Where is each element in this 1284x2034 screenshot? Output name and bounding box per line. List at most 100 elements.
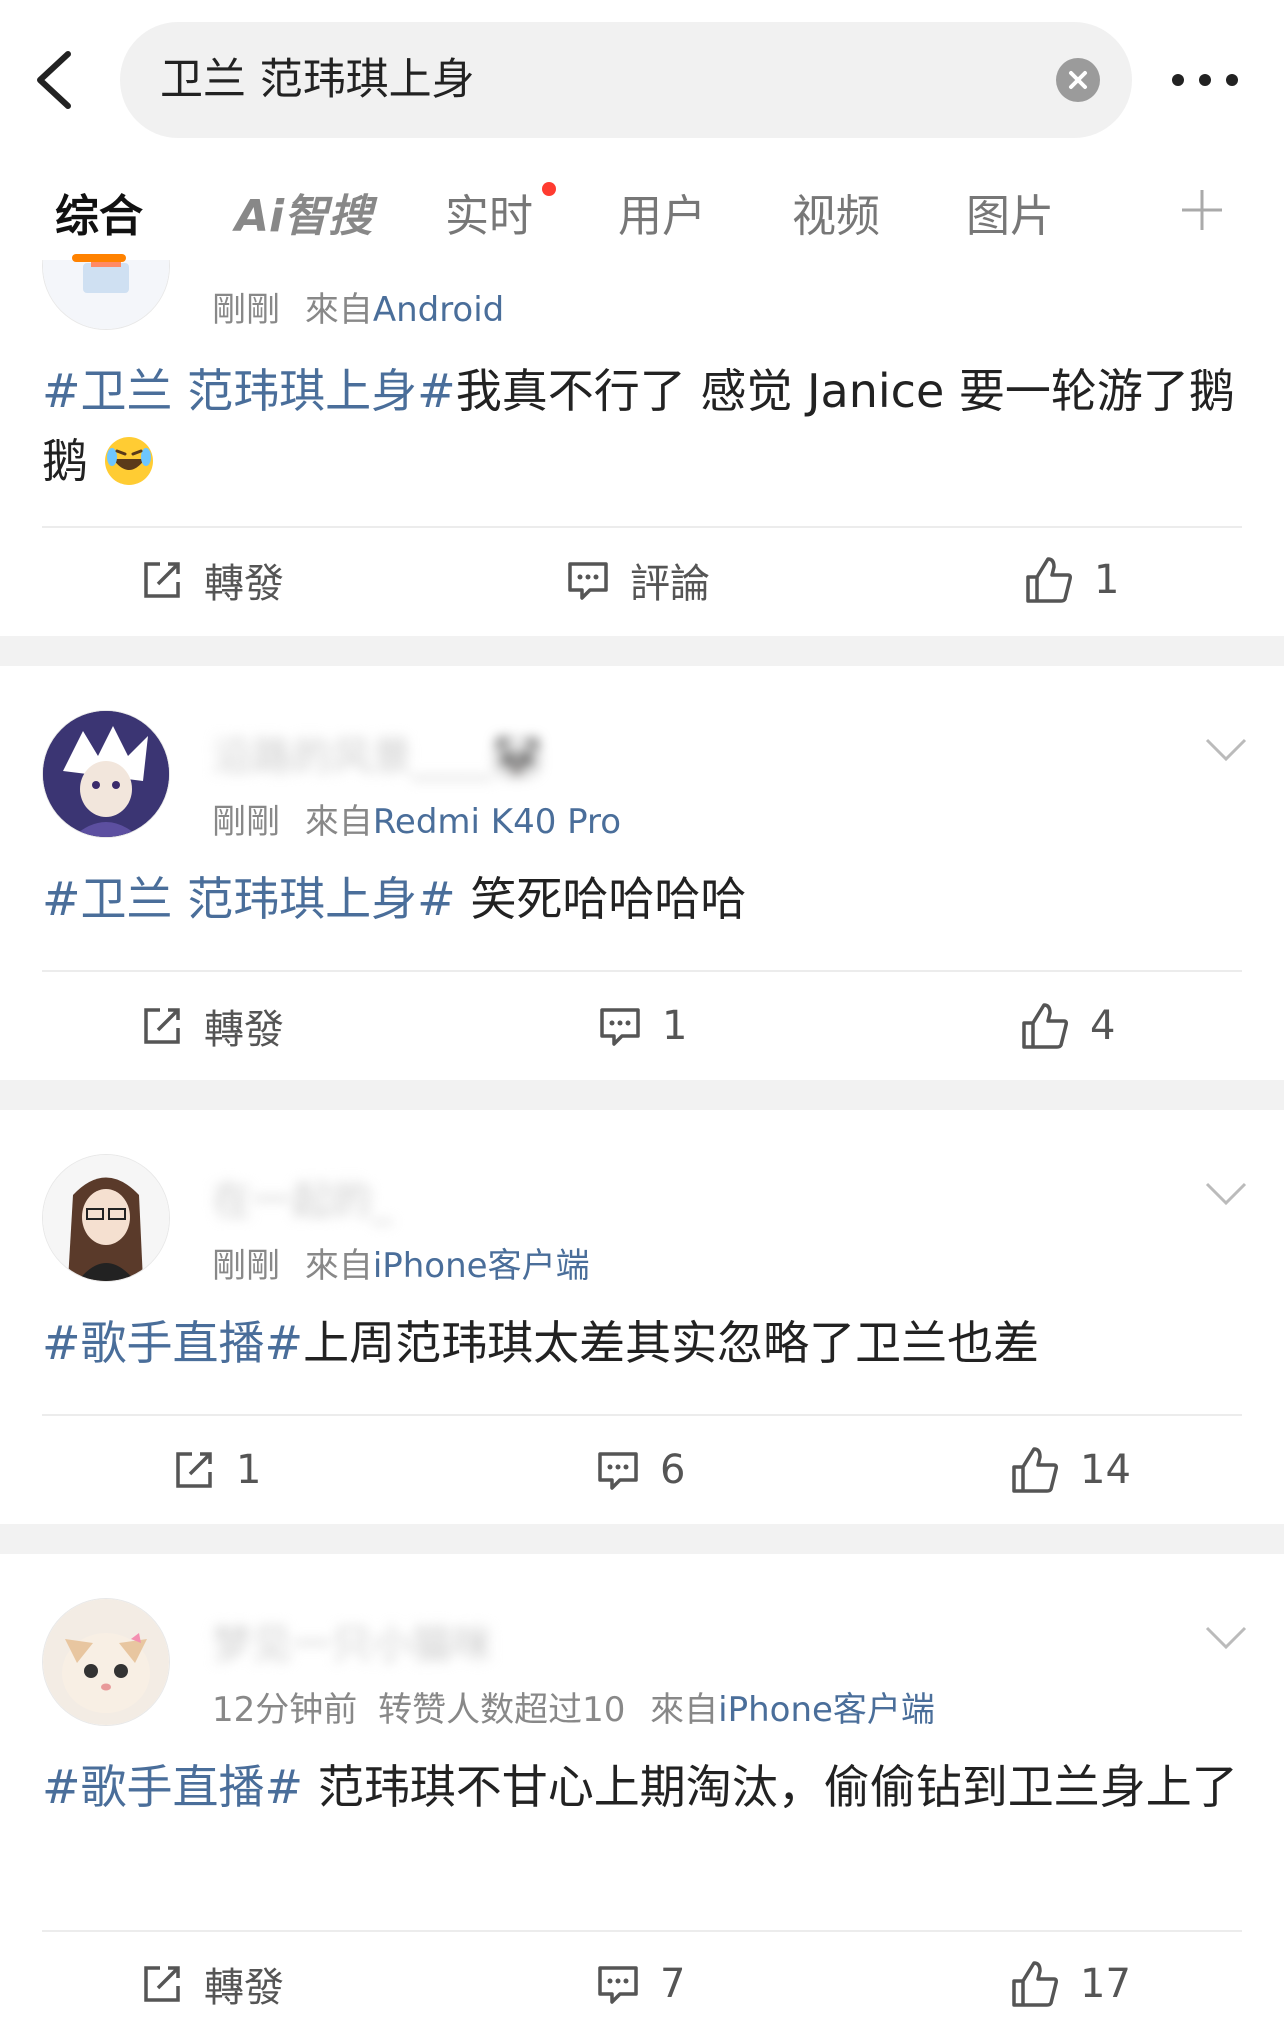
repost-button[interactable]: 轉發 bbox=[140, 550, 284, 610]
plus-icon[interactable] bbox=[1180, 188, 1224, 232]
username[interactable]: 沿路的风景____🐼 bbox=[212, 724, 542, 782]
divider bbox=[42, 526, 1242, 528]
comment-button[interactable]: 1 bbox=[598, 996, 687, 1056]
hashtag-link[interactable]: #卫兰 范玮琪上身# bbox=[42, 364, 456, 418]
post-time: 12分钟前 bbox=[212, 1690, 358, 1730]
tab-realtime[interactable]: 实时 bbox=[445, 180, 533, 244]
comment-button[interactable]: 7 bbox=[596, 1954, 685, 2014]
repost-label: 轉發 bbox=[204, 561, 284, 607]
repost-button[interactable]: 轉發 bbox=[140, 996, 284, 1056]
post-meta: 剛剛 來自Android bbox=[212, 282, 504, 331]
post-text: 范玮琪不甘心上期淘汰，偷偷钻到卫兰身上了 bbox=[303, 1760, 1238, 1814]
back-arrow-icon[interactable] bbox=[28, 48, 80, 112]
like-icon bbox=[1012, 1447, 1058, 1493]
hashtag-link[interactable]: #卫兰 范玮琪上身# bbox=[42, 872, 456, 926]
tab-users[interactable]: 用户 bbox=[618, 180, 706, 244]
post-text: 上周范玮琪太差其实忽略了卫兰也差 bbox=[303, 1316, 1040, 1370]
search-header: 卫兰 范玮琪上身 bbox=[0, 0, 1284, 160]
post-content: #歌手直播#上周范玮琪太差其实忽略了卫兰也差 bbox=[42, 1308, 1242, 1378]
divider bbox=[42, 970, 1242, 972]
chevron-down-icon[interactable] bbox=[1205, 1626, 1247, 1650]
like-count: 4 bbox=[1090, 1003, 1116, 1049]
tab-video[interactable]: 视频 bbox=[792, 180, 880, 244]
comment-count: 6 bbox=[660, 1447, 686, 1493]
comment-button[interactable]: 6 bbox=[596, 1440, 685, 1500]
username[interactable]: 在一起的_ bbox=[212, 1168, 392, 1226]
post-meta: 剛剛 來自iPhone客户端 bbox=[212, 1238, 590, 1287]
tab-active-underline bbox=[72, 254, 126, 262]
repost-count: 1 bbox=[236, 1447, 262, 1493]
search-query[interactable]: 卫兰 范玮琪上身 bbox=[160, 22, 475, 138]
like-count: 17 bbox=[1080, 1961, 1131, 2007]
post-meta: 剛剛 來自Redmi K40 Pro bbox=[212, 794, 621, 843]
from-label: 來自 bbox=[304, 802, 373, 842]
repost-button[interactable]: 轉發 bbox=[140, 1954, 284, 2014]
post-separator bbox=[0, 1524, 1284, 1554]
post-source: iPhone客户端 bbox=[372, 1246, 590, 1286]
like-icon bbox=[1026, 557, 1072, 603]
filter-tabs: 综合 Ai智搜 实时 用户 视频 图片 bbox=[0, 170, 1284, 262]
post-text: 笑死哈哈哈哈 bbox=[455, 872, 747, 926]
post-content: #卫兰 范玮琪上身#我真不行了 感觉 Janice 要一轮游了鹅鹅 bbox=[42, 356, 1242, 496]
comment-count: 7 bbox=[660, 1961, 686, 2007]
laughing-cry-emoji bbox=[104, 437, 153, 485]
hashtag-link[interactable]: #歌手直播# bbox=[42, 1316, 303, 1370]
like-button[interactable]: 14 bbox=[1010, 1440, 1131, 1500]
post-separator bbox=[0, 636, 1284, 666]
post-source: Redmi K40 Pro bbox=[372, 802, 622, 842]
avatar[interactable] bbox=[42, 1598, 170, 1726]
avatar[interactable] bbox=[42, 710, 170, 838]
username[interactable]: 梦见一只小猫咪 bbox=[212, 1612, 492, 1670]
post-card: 剛剛 來自Android #卫兰 范玮琪上身#我真不行了 感觉 Janice 要… bbox=[0, 202, 1284, 636]
post-time: 剛剛 bbox=[212, 1246, 280, 1286]
post-meta: 12分钟前 转赞人数超过10 來自iPhone客户端 bbox=[212, 1682, 935, 1731]
post-separator bbox=[0, 1080, 1284, 1110]
post-time: 剛剛 bbox=[212, 290, 280, 330]
from-label: 來自 bbox=[650, 1690, 719, 1730]
chevron-down-icon[interactable] bbox=[1205, 1182, 1247, 1206]
tab-ai-search[interactable]: Ai智搜 bbox=[235, 180, 372, 244]
comment-count: 1 bbox=[662, 1003, 688, 1049]
comment-icon bbox=[600, 1008, 640, 1046]
comment-icon bbox=[598, 1452, 638, 1490]
from-label: 來自 bbox=[304, 290, 373, 330]
like-button[interactable]: 17 bbox=[1010, 1954, 1131, 2014]
repost-icon bbox=[176, 1452, 212, 1488]
tab-comprehensive[interactable]: 综合 bbox=[55, 180, 143, 244]
search-input[interactable]: 卫兰 范玮琪上身 bbox=[120, 22, 1132, 138]
avatar[interactable] bbox=[42, 1154, 170, 1282]
repost-icon bbox=[144, 1966, 180, 2002]
like-count: 14 bbox=[1080, 1447, 1131, 1493]
repost-icon bbox=[144, 1008, 180, 1044]
repost-button[interactable]: 1 bbox=[172, 1440, 261, 1500]
comment-button[interactable]: 評論 bbox=[566, 550, 710, 610]
clear-icon[interactable] bbox=[1056, 58, 1100, 102]
post-card: 沿路的风景____🐼 剛剛 來自Redmi K40 Pro #卫兰 范玮琪上身#… bbox=[0, 666, 1284, 1080]
post-time: 剛剛 bbox=[212, 802, 280, 842]
post-content: #歌手直播# 范玮琪不甘心上期淘汰，偷偷钻到卫兰身上了 bbox=[42, 1752, 1242, 1822]
more-icon[interactable] bbox=[1170, 60, 1240, 100]
comment-icon bbox=[568, 562, 608, 600]
comment-icon bbox=[598, 1966, 638, 2004]
repost-label: 轉發 bbox=[204, 1007, 284, 1053]
post-extra: 转赞人数超过10 bbox=[378, 1690, 626, 1730]
comment-label: 評論 bbox=[630, 561, 710, 607]
realtime-badge-dot bbox=[542, 182, 556, 196]
like-count: 1 bbox=[1094, 557, 1120, 603]
tab-images[interactable]: 图片 bbox=[966, 180, 1054, 244]
post-source: iPhone客户端 bbox=[718, 1690, 935, 1730]
post-content: #卫兰 范玮琪上身# 笑死哈哈哈哈 bbox=[42, 864, 1242, 934]
from-label: 來自 bbox=[304, 1246, 373, 1286]
like-icon bbox=[1022, 1003, 1068, 1049]
post-card: 在一起的_ 剛剛 來自iPhone客户端 #歌手直播#上周范玮琪太差其实忽略了卫… bbox=[0, 1110, 1284, 1524]
like-icon bbox=[1012, 1961, 1058, 2007]
divider bbox=[42, 1930, 1242, 1932]
hashtag-link[interactable]: #歌手直播# bbox=[42, 1760, 303, 1814]
repost-label: 轉發 bbox=[204, 1965, 284, 2011]
like-button[interactable]: 4 bbox=[1020, 996, 1115, 1056]
chevron-down-icon[interactable] bbox=[1205, 738, 1247, 762]
divider bbox=[42, 1414, 1242, 1416]
like-button[interactable]: 1 bbox=[1024, 550, 1119, 610]
post-source: Android bbox=[372, 290, 505, 330]
post-card: 梦见一只小猫咪 12分钟前 转赞人数超过10 來自iPhone客户端 #歌手直播… bbox=[0, 1554, 1284, 2034]
